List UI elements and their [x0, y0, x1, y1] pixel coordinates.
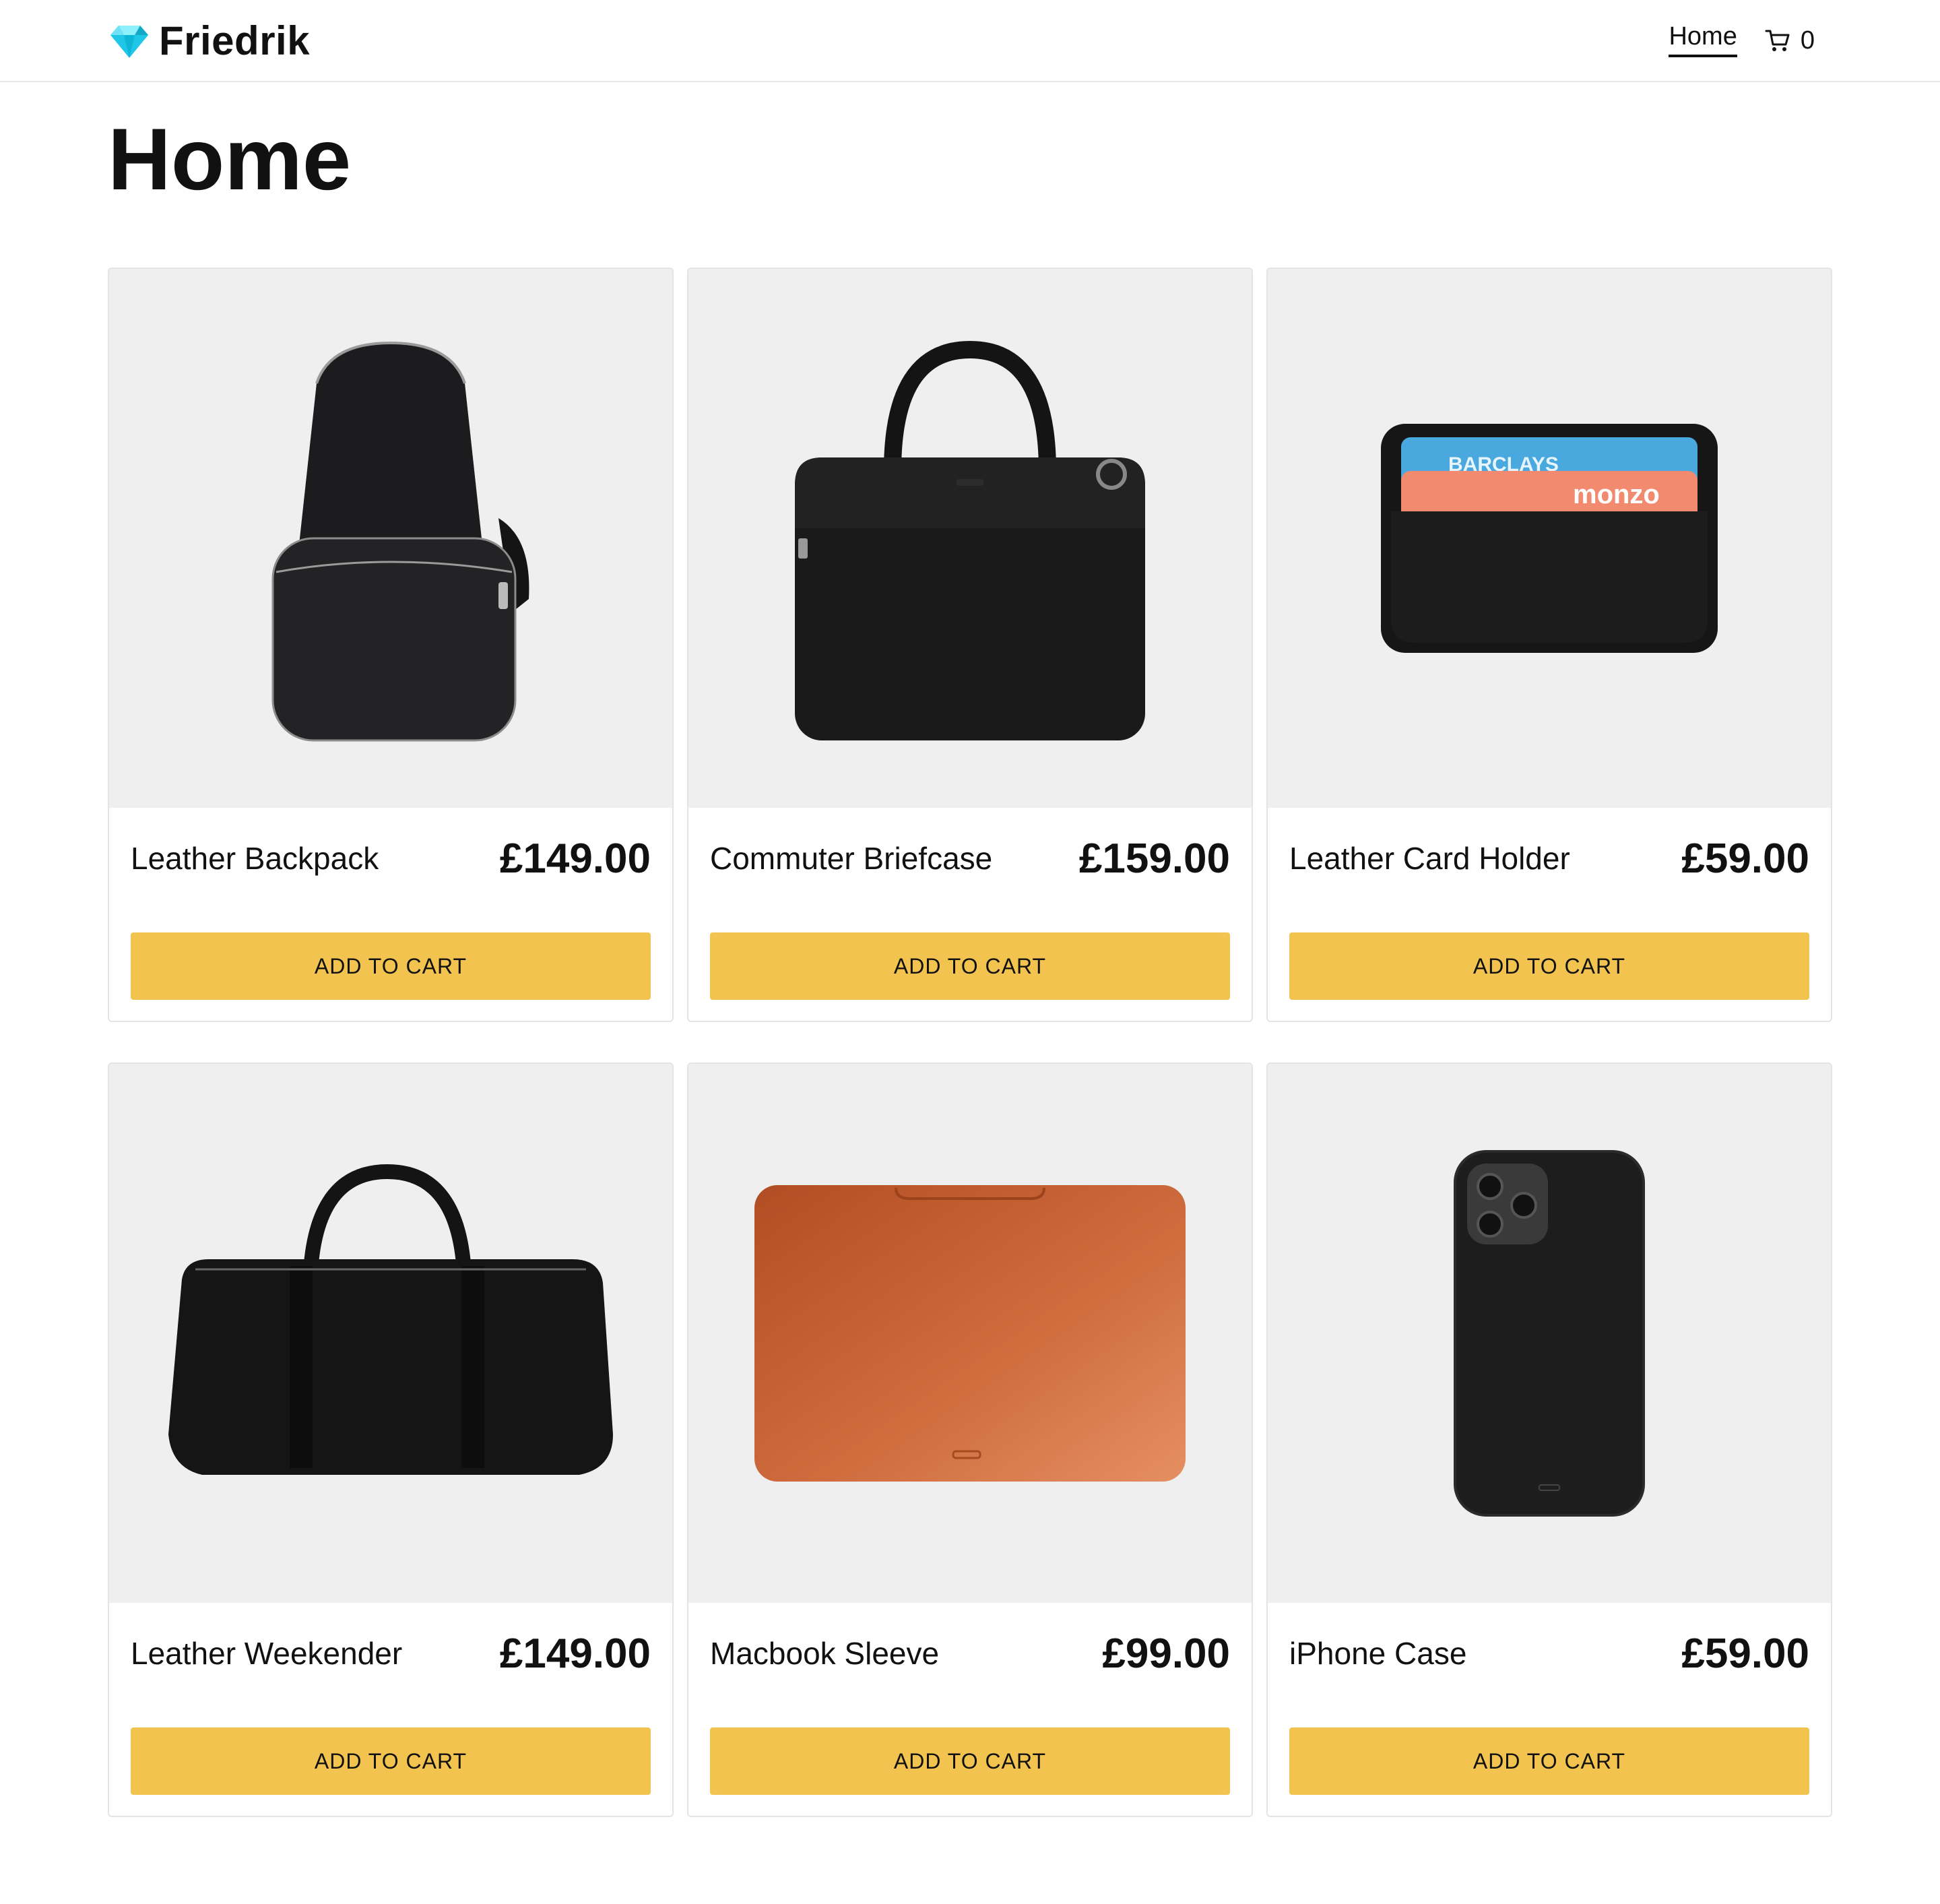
product-card: Macbook Sleeve £99.00 ADD TO CART	[687, 1062, 1253, 1817]
add-to-cart-button[interactable]: ADD TO CART	[131, 932, 651, 1000]
product-price: £159.00	[1078, 835, 1230, 882]
top-navigation-bar: Friedrik Home 0	[0, 0, 1940, 82]
product-price: £59.00	[1681, 1630, 1809, 1677]
product-name: Commuter Briefcase	[710, 841, 993, 876]
product-card: Commuter Briefcase £159.00 ADD TO CART	[687, 267, 1253, 1022]
product-name: Leather Card Holder	[1289, 841, 1570, 876]
product-price: £149.00	[499, 1630, 651, 1677]
product-name: Macbook Sleeve	[710, 1636, 940, 1671]
product-price: £99.00	[1102, 1630, 1230, 1677]
product-image-briefcase[interactable]	[688, 269, 1252, 808]
card-label-monzo: monzo	[1573, 480, 1660, 509]
product-info: Macbook Sleeve £99.00	[710, 1623, 1230, 1684]
product-name: Leather Backpack	[131, 841, 379, 876]
product-grid: Leather Backpack £149.00 ADD TO CART Com…	[108, 267, 1832, 1817]
add-to-cart-button[interactable]: ADD TO CART	[1289, 1727, 1809, 1795]
nav-link-home[interactable]: Home	[1669, 24, 1737, 57]
product-image-card-holder[interactable]: BARCLAYS monzo	[1268, 269, 1831, 808]
cart-button[interactable]: 0	[1764, 26, 1815, 55]
product-info: Leather Card Holder £59.00	[1289, 828, 1809, 889]
shopping-cart-icon	[1765, 30, 1790, 51]
product-card: BARCLAYS monzo Leather Card Holder £59.0…	[1266, 267, 1832, 1022]
main-nav: Home 0	[1669, 16, 1815, 65]
add-to-cart-button[interactable]: ADD TO CART	[710, 932, 1230, 1000]
product-image-backpack[interactable]	[109, 269, 672, 808]
product-card: Leather Backpack £149.00 ADD TO CART	[108, 267, 674, 1022]
product-info: Leather Backpack £149.00	[131, 828, 651, 889]
product-card: Leather Weekender £149.00 ADD TO CART	[108, 1062, 674, 1817]
product-name: Leather Weekender	[131, 1636, 403, 1671]
product-info: iPhone Case £59.00	[1289, 1623, 1809, 1684]
diamond-icon	[110, 26, 148, 58]
brand-name: Friedrik	[159, 18, 311, 63]
product-price: £149.00	[499, 835, 651, 882]
brand-logo-link[interactable]: Friedrik	[108, 13, 310, 67]
product-card: iPhone Case £59.00 ADD TO CART	[1266, 1062, 1832, 1817]
product-image-laptop-sleeve[interactable]	[688, 1064, 1252, 1603]
add-to-cart-button[interactable]: ADD TO CART	[710, 1727, 1230, 1795]
product-name: iPhone Case	[1289, 1636, 1467, 1671]
product-price: £59.00	[1681, 835, 1809, 882]
add-to-cart-button[interactable]: ADD TO CART	[1289, 932, 1809, 1000]
product-image-weekender[interactable]	[109, 1064, 672, 1603]
page-title: Home	[108, 110, 352, 208]
product-info: Leather Weekender £149.00	[131, 1623, 651, 1684]
product-image-phone-case[interactable]	[1268, 1064, 1831, 1603]
cart-count: 0	[1800, 26, 1815, 55]
product-info: Commuter Briefcase £159.00	[710, 828, 1230, 889]
add-to-cart-button[interactable]: ADD TO CART	[131, 1727, 651, 1795]
